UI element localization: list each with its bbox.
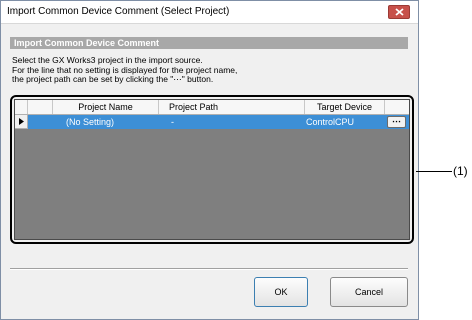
close-icon — [395, 8, 404, 16]
callout-line — [416, 171, 452, 172]
section-header: Import Common Device Comment — [10, 37, 408, 49]
cancel-button[interactable]: Cancel — [330, 277, 408, 307]
callout-frame — [10, 95, 414, 244]
description-text: Select the GX Works3 project in the impo… — [12, 55, 402, 85]
description-line-3: the project path can be set by clicking … — [12, 74, 214, 84]
ok-button[interactable]: OK — [254, 277, 308, 307]
window-title: Import Common Device Comment (Select Pro… — [7, 6, 230, 17]
separator — [10, 268, 408, 270]
title-bar[interactable]: Import Common Device Comment (Select Pro… — [1, 1, 418, 24]
section-header-title: Import Common Device Comment — [14, 38, 160, 48]
close-button[interactable] — [388, 5, 410, 19]
callout-label: (1) — [453, 164, 468, 178]
